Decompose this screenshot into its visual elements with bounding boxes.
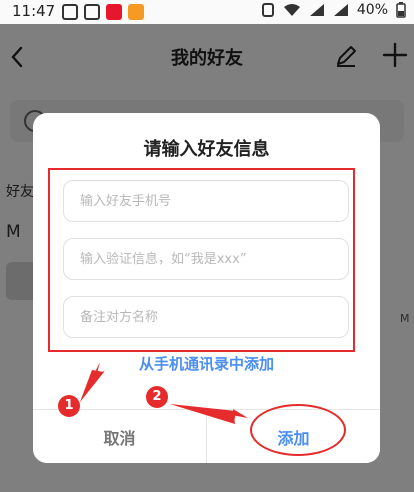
- battery-icon: [396, 2, 406, 18]
- vibrate-icon: [261, 3, 274, 17]
- battery-level: 40%: [356, 2, 388, 18]
- signal-icon-2: [333, 4, 348, 16]
- step-badge-2: 2: [146, 386, 168, 408]
- cancel-button[interactable]: 取消: [33, 410, 207, 463]
- gallery-icon: [62, 4, 78, 20]
- status-bar: 11:47 40%: [0, 0, 414, 24]
- message-icon: [84, 4, 100, 20]
- annotation-highlight-ellipse: [250, 404, 346, 456]
- signal-icon: [309, 4, 324, 16]
- annotation-highlight-box: [48, 168, 355, 352]
- status-time: 11:47: [12, 2, 56, 20]
- add-from-contacts-link[interactable]: 从手机通讯录中添加: [33, 353, 380, 374]
- step-badge-1: 1: [58, 395, 80, 417]
- app-icon: [128, 4, 144, 20]
- weibo-icon: [106, 4, 122, 20]
- dialog-title: 请输入好友信息: [143, 139, 270, 160]
- wifi-icon: [283, 4, 300, 16]
